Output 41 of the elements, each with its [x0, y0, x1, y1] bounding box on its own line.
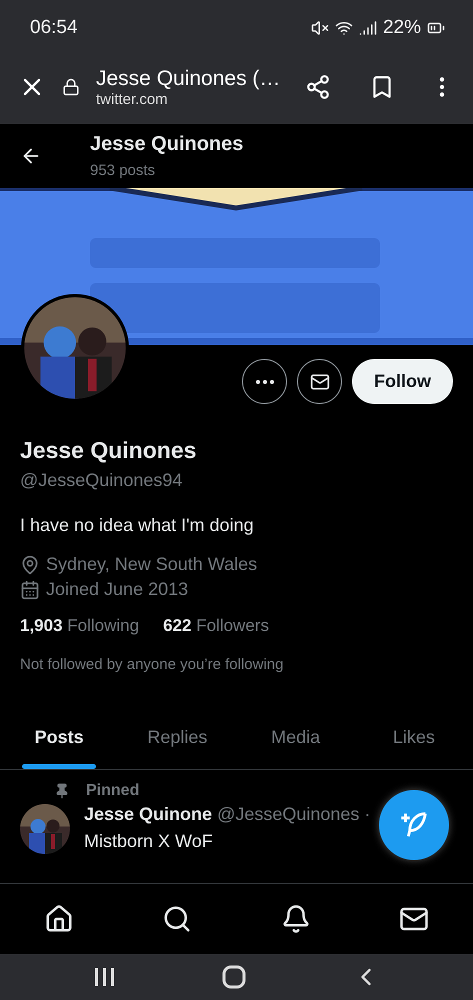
- wifi-icon: [334, 19, 353, 37]
- profile-tab[interactable]: Replies: [147, 713, 208, 764]
- post-count: 953 posts: [90, 162, 156, 179]
- post-author: Jesse Quinone: [84, 804, 212, 824]
- pin-icon: [54, 783, 70, 799]
- page-url: twitter.com: [96, 90, 169, 108]
- mail-icon: [310, 372, 330, 392]
- mute-icon: [310, 19, 329, 37]
- profile-tab[interactable]: Posts: [34, 713, 84, 764]
- recents-icon[interactable]: [92, 966, 117, 988]
- header-name: Jesse Quinones: [90, 133, 244, 156]
- followers-link[interactable]: 622 Followers: [163, 616, 269, 636]
- share-icon[interactable]: [305, 74, 331, 100]
- location-text: Sydney, New South Wales: [46, 554, 258, 575]
- home-icon[interactable]: [44, 904, 74, 934]
- message-button[interactable]: [297, 359, 342, 404]
- followed-by-text: Not followed by anyone you’re following: [20, 656, 284, 673]
- battery-level: 22%: [382, 17, 421, 39]
- more-icon: [256, 380, 274, 384]
- profile-bio: I have no idea what I'm doing: [20, 515, 255, 536]
- compose-button[interactable]: [379, 790, 449, 860]
- pinned-label: Pinned: [86, 782, 140, 800]
- home-button-icon[interactable]: [222, 965, 246, 989]
- bell-icon[interactable]: [280, 904, 311, 934]
- post-handle: @JesseQuinones ·: [217, 804, 370, 824]
- post-text: Mistborn X WoF: [84, 831, 214, 852]
- joined-text: Joined June 2013: [46, 579, 188, 600]
- profile-tab[interactable]: Likes: [392, 713, 435, 764]
- follow-button[interactable]: Follow: [352, 359, 453, 404]
- profile-tab[interactable]: Media: [271, 713, 320, 764]
- search-icon[interactable]: [162, 904, 192, 934]
- lock-icon: [62, 78, 80, 96]
- signal-icon: [358, 19, 377, 37]
- calendar-icon: [20, 580, 40, 600]
- location-icon: [20, 554, 40, 574]
- profile-handle: @JesseQuinones94: [20, 470, 184, 491]
- more-button[interactable]: [242, 359, 287, 404]
- following-link[interactable]: 1,903 Following: [20, 616, 140, 636]
- page-title: Jesse Quinones (…: [96, 66, 282, 90]
- status-time: 06:54: [30, 17, 78, 39]
- profile-name: Jesse Quinones: [20, 437, 198, 464]
